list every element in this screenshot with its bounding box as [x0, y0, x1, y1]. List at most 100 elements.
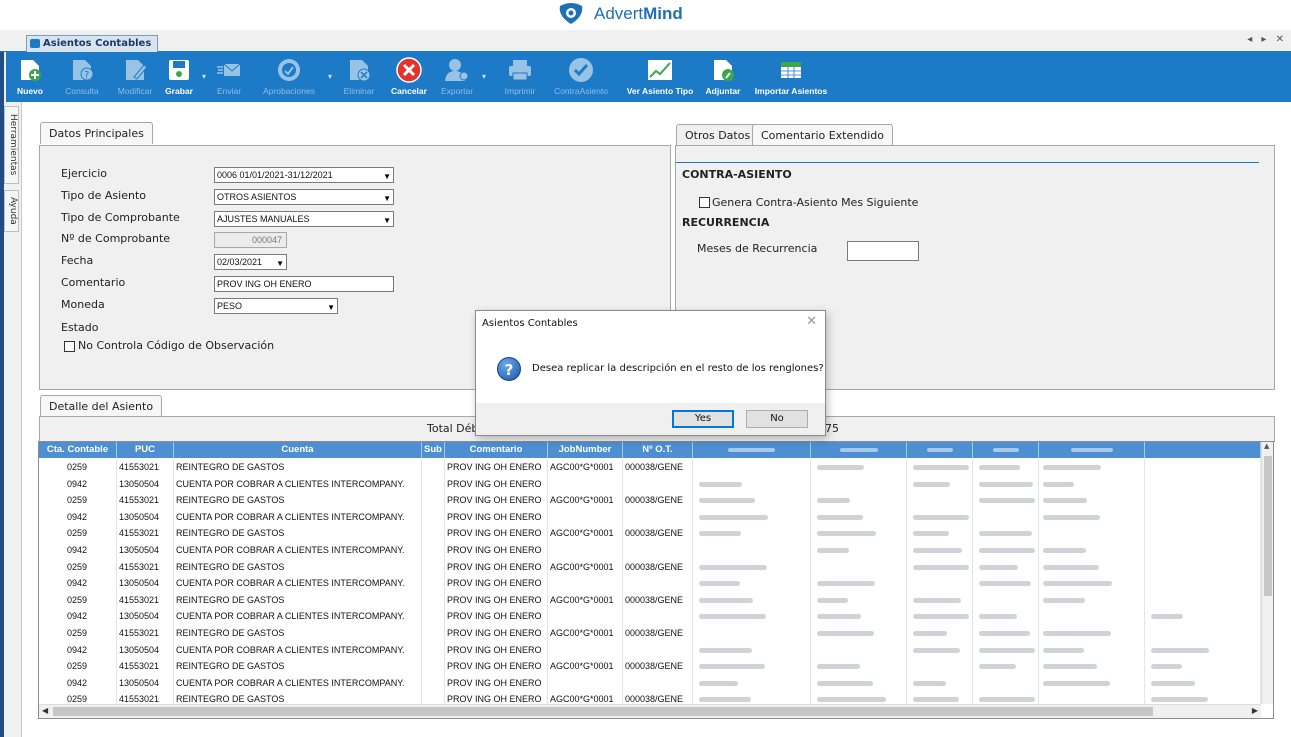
redacted-cell[interactable] — [907, 674, 973, 692]
table-cell[interactable] — [623, 608, 693, 626]
vertical-scrollbar[interactable]: ▲ — [1261, 442, 1273, 704]
redacted-cell[interactable] — [973, 558, 1039, 576]
table-cell[interactable]: REINTEGRO DE GASTOS — [174, 525, 422, 543]
redacted-cell[interactable] — [811, 658, 907, 676]
table-row[interactable]: 0259 41553021 REINTEGRO DE GASTOS PROV ING … — [39, 591, 1261, 609]
table-cell[interactable]: AGC00*G*0001 — [548, 658, 623, 676]
redacted-cell[interactable] — [973, 658, 1039, 676]
table-row[interactable]: 0942 13050504 CUENTA POR COBRAR A CLIENTES… — [39, 508, 1261, 526]
scroll-right-icon[interactable]: ▶ — [1252, 706, 1258, 715]
redacted-cell[interactable] — [1039, 558, 1145, 576]
redacted-cell[interactable] — [693, 641, 811, 659]
redacted-cell[interactable] — [907, 658, 973, 676]
table-cell[interactable]: CUENTA POR COBRAR A CLIENTES INTERCOMPAN… — [174, 475, 422, 493]
table-cell[interactable]: PROV ING OH ENERO — [445, 475, 548, 493]
redacted-cell[interactable] — [973, 641, 1039, 659]
table-cell[interactable]: AGC00*G*0001 — [548, 558, 623, 576]
table-cell[interactable] — [623, 575, 693, 593]
table-row[interactable]: 0259 41553021 REINTEGRO DE GASTOS PROV ING … — [39, 492, 1261, 510]
contraasiento-button[interactable]: ContraAsiento — [546, 52, 616, 102]
redacted-cell[interactable] — [811, 525, 907, 543]
table-cell[interactable]: REINTEGRO DE GASTOS — [174, 558, 422, 576]
table-cell[interactable] — [548, 542, 623, 559]
redacted-cell[interactable] — [693, 608, 811, 626]
table-cell[interactable]: 0942 — [39, 575, 117, 593]
detalle-grid[interactable]: Cta. Contable PUC Cuenta Sub Comentario … — [38, 441, 1274, 719]
exportar-button[interactable]: Exportar — [436, 52, 478, 102]
table-cell[interactable]: 000038/GENE — [623, 525, 693, 543]
table-cell[interactable]: CUENTA POR COBRAR A CLIENTES INTERCOMPAN… — [174, 508, 422, 526]
table-cell[interactable]: REINTEGRO DE GASTOS — [174, 625, 422, 642]
table-row[interactable]: 0259 41553021 REINTEGRO DE GASTOS PROV ING … — [39, 459, 1261, 476]
table-cell[interactable]: 0259 — [39, 591, 117, 609]
redacted-cell[interactable] — [1145, 525, 1261, 543]
redacted-cell[interactable] — [1145, 641, 1261, 659]
redacted-cell[interactable] — [1145, 459, 1261, 476]
table-cell[interactable]: CUENTA POR COBRAR A CLIENTES INTERCOMPAN… — [174, 674, 422, 692]
table-cell[interactable]: PROV ING OH ENERO — [445, 508, 548, 526]
table-cell[interactable]: 0259 — [39, 525, 117, 543]
table-cell[interactable]: REINTEGRO DE GASTOS — [174, 658, 422, 676]
table-row[interactable]: 0259 41553021 REINTEGRO DE GASTOS PROV ING … — [39, 558, 1261, 576]
redacted-cell[interactable] — [907, 641, 973, 659]
no-controla-checkbox[interactable] — [64, 341, 75, 352]
redacted-cell[interactable] — [1039, 459, 1145, 476]
table-cell[interactable]: 0942 — [39, 608, 117, 626]
modificar-button[interactable]: Modificar — [112, 52, 158, 102]
table-cell[interactable] — [623, 542, 693, 559]
redacted-cell[interactable] — [1145, 542, 1261, 559]
table-cell[interactable]: PROV ING OH ENERO — [445, 525, 548, 543]
col-redacted[interactable] — [907, 442, 973, 458]
redacted-cell[interactable] — [907, 525, 973, 543]
col-comentario[interactable]: Comentario — [445, 442, 548, 458]
redacted-cell[interactable] — [1039, 625, 1145, 642]
table-cell[interactable]: PROV ING OH ENERO — [445, 542, 548, 559]
table-cell[interactable]: 41553021 — [117, 558, 174, 576]
redacted-cell[interactable] — [1039, 674, 1145, 692]
redacted-cell[interactable] — [693, 591, 811, 609]
scroll-left-icon[interactable]: ◀ — [42, 706, 48, 715]
redacted-cell[interactable] — [907, 475, 973, 493]
redacted-cell[interactable] — [1039, 658, 1145, 676]
redacted-cell[interactable] — [907, 591, 973, 609]
table-cell[interactable]: 0942 — [39, 475, 117, 493]
table-cell[interactable]: REINTEGRO DE GASTOS — [174, 492, 422, 510]
table-row[interactable]: 0942 13050504 CUENTA POR COBRAR A CLIENTES… — [39, 542, 1261, 559]
table-cell[interactable]: AGC00*G*0001 — [548, 591, 623, 609]
redacted-cell[interactable] — [693, 625, 811, 642]
table-cell[interactable] — [548, 674, 623, 692]
table-cell[interactable]: 000038/GENE — [623, 658, 693, 676]
aprobaciones-button[interactable]: Aprobaciones — [254, 52, 324, 102]
table-cell[interactable]: PROV ING OH ENERO — [445, 641, 548, 659]
redacted-cell[interactable] — [811, 558, 907, 576]
table-cell[interactable]: 0259 — [39, 658, 117, 676]
redacted-cell[interactable] — [693, 508, 811, 526]
imprimir-button[interactable]: Imprimir — [500, 52, 540, 102]
table-cell[interactable]: 0259 — [39, 625, 117, 642]
table-cell[interactable]: 13050504 — [117, 475, 174, 493]
redacted-cell[interactable] — [811, 641, 907, 659]
redacted-cell[interactable] — [811, 674, 907, 692]
table-cell[interactable]: AGC00*G*0001 — [548, 492, 623, 510]
col-redacted[interactable] — [811, 442, 907, 458]
redacted-cell[interactable] — [811, 492, 907, 510]
table-cell[interactable]: PROV ING OH ENERO — [445, 558, 548, 576]
table-row[interactable]: 0942 13050504 CUENTA POR COBRAR A CLIENTES… — [39, 475, 1261, 493]
scroll-up-icon[interactable]: ▲ — [1264, 442, 1269, 450]
redacted-cell[interactable] — [973, 542, 1039, 559]
eliminar-button[interactable]: Eliminar — [342, 52, 376, 102]
table-cell[interactable]: 13050504 — [117, 542, 174, 559]
table-cell[interactable]: CUENTA POR COBRAR A CLIENTES INTERCOMPAN… — [174, 542, 422, 559]
table-cell[interactable] — [422, 641, 445, 659]
redacted-cell[interactable] — [1145, 492, 1261, 510]
table-cell[interactable] — [623, 674, 693, 692]
redacted-cell[interactable] — [907, 558, 973, 576]
redacted-cell[interactable] — [907, 492, 973, 510]
col-redacted[interactable] — [973, 442, 1039, 458]
redacted-cell[interactable] — [1039, 608, 1145, 626]
genera-contra-asiento-checkbox[interactable] — [699, 197, 710, 208]
table-cell[interactable]: 0942 — [39, 674, 117, 692]
col-cta-contable[interactable]: Cta. Contable — [39, 442, 117, 458]
table-cell[interactable] — [422, 625, 445, 642]
table-cell[interactable] — [422, 591, 445, 609]
